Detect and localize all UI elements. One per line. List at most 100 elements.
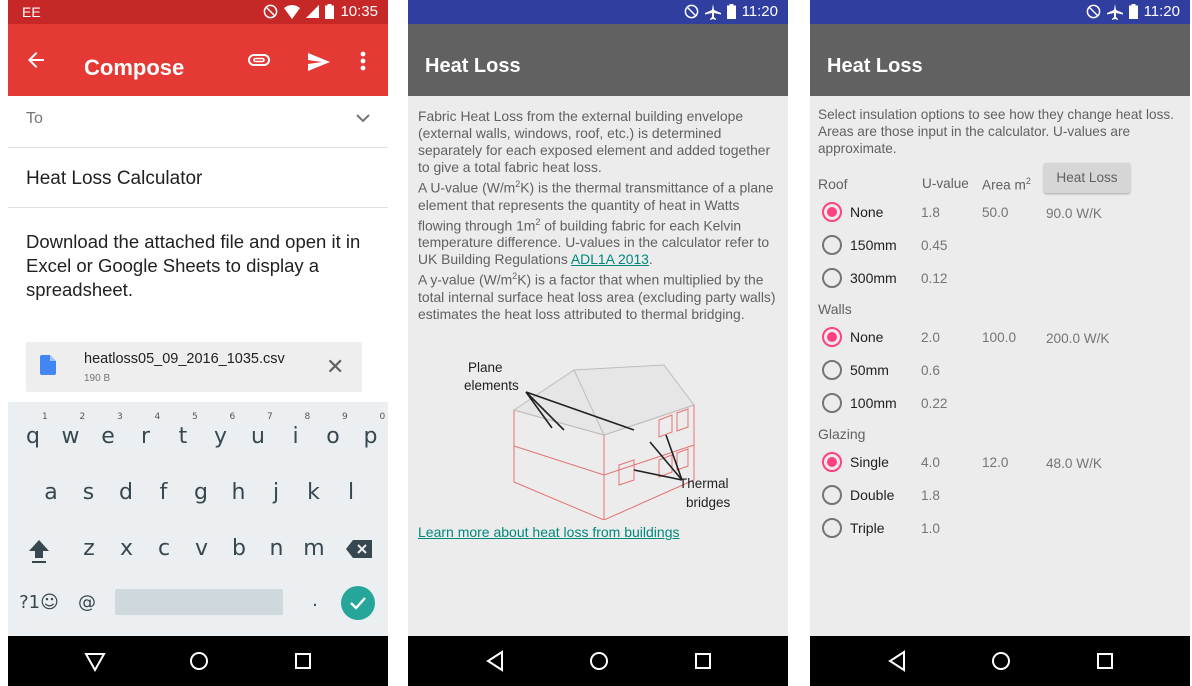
key-e[interactable]: e [91, 424, 125, 449]
key-hint-9: 9 [342, 412, 348, 422]
back-arrow-icon[interactable] [24, 48, 48, 72]
option-label: Single [850, 454, 889, 470]
radio-button[interactable] [822, 202, 842, 222]
enter-key[interactable] [341, 586, 375, 620]
key-q[interactable]: q [16, 424, 50, 449]
option-walls-50mm[interactable]: 50mm 0.6 [822, 358, 1182, 384]
area-cell: 50.0 [982, 205, 1009, 220]
at-key[interactable]: @ [70, 592, 104, 613]
subject-field[interactable]: Heat Loss Calculator [8, 148, 388, 208]
key-m[interactable]: m [297, 536, 331, 561]
app-bar: Heat Loss [408, 24, 788, 96]
key-w[interactable]: w [54, 424, 88, 449]
option-roof-300mm[interactable]: 300mm 0.12 [822, 266, 1182, 292]
key-a[interactable]: a [34, 480, 68, 505]
key-y[interactable]: y [204, 424, 238, 449]
key-f[interactable]: f [147, 480, 181, 505]
radio-button[interactable] [822, 327, 842, 347]
more-vert-icon[interactable] [360, 51, 366, 71]
adl1a-link[interactable]: ADL1A 2013 [571, 251, 649, 267]
system-nav-bar [810, 636, 1190, 686]
option-glazing-double[interactable]: Double 1.8 [822, 483, 1182, 509]
shift-icon[interactable] [28, 538, 50, 564]
attach-icon[interactable] [248, 54, 270, 66]
key-x[interactable]: x [110, 536, 144, 561]
back-triangle-icon[interactable] [882, 646, 912, 676]
remove-attachment-icon[interactable]: ✕ [326, 354, 344, 380]
u-value-paragraph: A U-value (W/m2K) is the thermal transmi… [418, 179, 774, 268]
recents-square-icon[interactable] [288, 646, 318, 676]
uvalue-cell: 1.0 [921, 521, 940, 536]
radio-button[interactable] [822, 235, 842, 255]
option-glazing-single[interactable]: Single 4.0 12.0 48.0 W/K [822, 450, 1182, 476]
radio-button[interactable] [822, 518, 842, 538]
home-circle-icon[interactable] [184, 646, 214, 676]
battery-icon [726, 4, 736, 19]
email-body[interactable]: Download the attached file and open it i… [26, 230, 376, 302]
key-c[interactable]: c [147, 536, 181, 561]
heat-loss-button[interactable]: Heat Loss [1044, 163, 1130, 193]
key-v[interactable]: v [185, 536, 219, 561]
file-icon [40, 355, 56, 375]
thermal-bridges-label-2: bridges [686, 495, 731, 510]
radio-button[interactable] [822, 268, 842, 288]
learn-more-link[interactable]: Learn more about heat loss from building… [418, 524, 679, 540]
key-o[interactable]: o [316, 424, 350, 449]
key-n[interactable]: n [260, 536, 294, 561]
key-k[interactable]: k [297, 480, 331, 505]
heat-loss-cell: 90.0 W/K [1046, 206, 1102, 221]
key-j[interactable]: j [259, 480, 293, 505]
key-s[interactable]: s [72, 480, 106, 505]
key-hint-6: 6 [229, 412, 236, 422]
back-triangle-icon[interactable] [80, 646, 110, 676]
soft-keyboard: q 1w 2e 3r 4t 5y 6u 7i 8o 9p 0 asdfghjkl zxcvbnm ?… [8, 402, 388, 636]
chevron-down-icon[interactable] [356, 114, 370, 123]
status-time: 11:20 [1143, 3, 1180, 20]
option-roof-150mm[interactable]: 150mm 0.45 [822, 233, 1182, 259]
key-g[interactable]: g [184, 480, 218, 505]
key-p[interactable]: p [354, 424, 388, 449]
plane-elements-label-1: Plane [468, 360, 503, 375]
spacebar[interactable] [115, 589, 283, 615]
symbols-key[interactable]: ?1☺ [18, 592, 60, 613]
key-r[interactable]: r [129, 424, 163, 449]
recents-square-icon[interactable] [1090, 646, 1120, 676]
key-hint-1: 1 [42, 412, 48, 422]
heat-loss-cell: 48.0 W/K [1046, 456, 1102, 471]
key-l[interactable]: l [334, 480, 368, 505]
recents-square-icon[interactable] [688, 646, 718, 676]
option-roof-none[interactable]: None 1.8 50.0 90.0 W/K [822, 200, 1182, 226]
uvalue-cell: 0.22 [921, 396, 948, 411]
radio-button[interactable] [822, 452, 842, 472]
battery-icon [1128, 4, 1138, 19]
option-label: 300mm [850, 270, 897, 286]
option-label: Double [850, 487, 895, 503]
uvalue-cell: 1.8 [921, 488, 940, 503]
home-circle-icon[interactable] [584, 646, 614, 676]
area-cell: 12.0 [982, 455, 1009, 470]
key-h[interactable]: h [222, 480, 256, 505]
radio-button[interactable] [822, 393, 842, 413]
page-title: Heat Loss [827, 55, 923, 77]
heat-loss-explanation: Fabric Heat Loss from the external build… [418, 108, 778, 323]
radio-button[interactable] [822, 485, 842, 505]
option-walls-none[interactable]: None 2.0 100.0 200.0 W/K [822, 325, 1182, 351]
period-key[interactable]: . [298, 590, 332, 611]
key-d[interactable]: d [109, 480, 143, 505]
backspace-icon[interactable] [346, 540, 372, 558]
back-triangle-icon[interactable] [480, 646, 510, 676]
option-label: Triple [850, 520, 885, 536]
key-i[interactable]: i [279, 424, 313, 449]
key-t[interactable]: t [166, 424, 200, 449]
key-b[interactable]: b [222, 536, 256, 561]
attachment-chip[interactable]: heatloss05_09_2016_1035.csv 190 B ✕ [26, 342, 362, 392]
radio-button[interactable] [822, 360, 842, 380]
option-glazing-triple[interactable]: Triple 1.0 [822, 516, 1182, 542]
to-field[interactable]: To [8, 96, 388, 148]
option-label: 150mm [850, 237, 897, 253]
key-z[interactable]: z [72, 536, 106, 561]
home-circle-icon[interactable] [986, 646, 1016, 676]
option-walls-100mm[interactable]: 100mm 0.22 [822, 391, 1182, 417]
key-u[interactable]: u [241, 424, 275, 449]
send-icon[interactable] [308, 53, 330, 71]
